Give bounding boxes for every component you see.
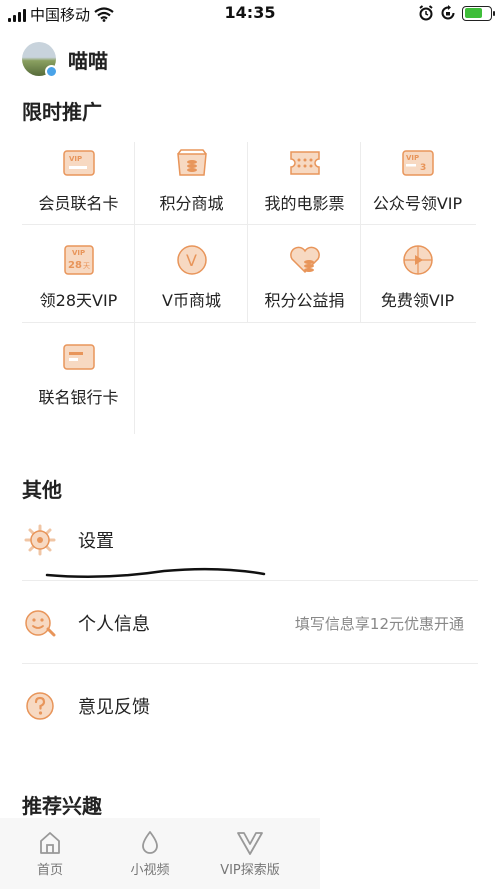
list-divider [22, 580, 478, 581]
movie-ticket-icon [289, 151, 320, 175]
promo-item-v-coin-mall[interactable]: V V币商城 [135, 239, 248, 335]
personal-info-promo-text: 填写信息享12元优惠开通 [294, 614, 464, 633]
list-divider [22, 663, 478, 664]
feedback-row[interactable]: 意见反馈 [22, 686, 478, 726]
face-icon [25, 610, 56, 637]
promo-item-label: 会员联名卡 [38, 194, 119, 213]
verified-badge-icon [45, 65, 58, 78]
profile-header[interactable]: 喵喵 [22, 42, 108, 78]
gear-icon [24, 524, 56, 556]
svg-text:3: 3 [420, 163, 426, 173]
personal-info-label: 个人信息 [78, 614, 150, 635]
promo-item-label: 领28天VIP [39, 291, 118, 310]
promo-item-vip-card[interactable]: VIP 会员联名卡 [22, 142, 135, 238]
battery-icon [462, 5, 495, 21]
svg-text:VIP: VIP [406, 154, 419, 162]
points-mall-icon [176, 149, 207, 176]
svg-text:VIP: VIP [72, 249, 85, 257]
handwritten-underline [45, 567, 266, 579]
tab-label: 首页 [36, 863, 63, 878]
svg-text:天: 天 [83, 262, 90, 270]
tab-short-video[interactable]: 小视频 [100, 830, 200, 878]
promo-item-label: 免费领VIP [380, 291, 455, 310]
promo-item-official-account-vip[interactable]: VIP 3 公众号领VIP [361, 142, 474, 238]
bank-card-icon [62, 344, 95, 370]
promo-item-label: 积分商城 [159, 194, 224, 213]
tab-label: 小视频 [130, 863, 170, 878]
promo-section-title: 限时推广 [22, 100, 102, 124]
promo-item-points-mall[interactable]: 积分商城 [135, 142, 248, 238]
bottom-tab-bar: 首页 小视频 VIP探索版 [0, 818, 320, 889]
free-vip-icon [402, 245, 433, 275]
other-section-title: 其他 [22, 478, 62, 502]
vip-card-icon: VIP [62, 150, 95, 176]
promo-item-free-vip[interactable]: 免费领VIP [361, 239, 474, 335]
v-coin-mall-icon: V [176, 245, 207, 275]
promo-item-movie-ticket[interactable]: 我的电影票 [248, 142, 361, 238]
avatar[interactable] [22, 42, 58, 78]
alarm-icon [419, 5, 433, 21]
promo-item-label: V币商城 [162, 291, 221, 310]
vip-explore-icon [237, 832, 263, 855]
feedback-label: 意见反馈 [78, 697, 150, 718]
promo-item-vip-28-days[interactable]: VIP 28 天 领28天VIP [22, 239, 135, 335]
promo-item-bank-card[interactable]: 联名银行卡 [22, 336, 135, 432]
svg-text:VIP: VIP [69, 155, 82, 163]
settings-label: 设置 [78, 531, 114, 552]
vip-28-days-icon: VIP 28 天 [63, 245, 94, 275]
recommend-section-title: 推荐兴趣 [22, 794, 102, 818]
question-icon [26, 692, 54, 720]
rotation-lock-icon [441, 5, 455, 20]
droplet-icon [142, 831, 158, 854]
official-account-vip-icon: VIP 3 [401, 150, 434, 176]
promo-item-charity-donation[interactable]: 积分公益捐 [248, 239, 361, 335]
tab-label: VIP探索版 [220, 863, 280, 878]
settings-row[interactable]: 设置 [22, 520, 478, 560]
charity-donation-icon [289, 246, 320, 274]
promo-item-label: 我的电影票 [264, 194, 345, 213]
tab-vip-explore[interactable]: VIP探索版 [200, 830, 300, 878]
svg-text:28: 28 [68, 260, 82, 271]
tab-home[interactable]: 首页 [0, 830, 100, 878]
promo-item-label: 积分公益捐 [264, 291, 345, 310]
promo-item-label: 公众号领VIP [372, 194, 463, 213]
personal-info-row[interactable]: 个人信息 填写信息享12元优惠开通 [22, 603, 478, 643]
promo-item-label: 联名银行卡 [38, 388, 119, 407]
status-right [418, 5, 495, 21]
username: 喵喵 [68, 48, 108, 73]
home-icon [40, 832, 60, 854]
svg-text:V: V [186, 251, 197, 270]
status-bar: 中国移动 14:35 [0, 0, 500, 28]
